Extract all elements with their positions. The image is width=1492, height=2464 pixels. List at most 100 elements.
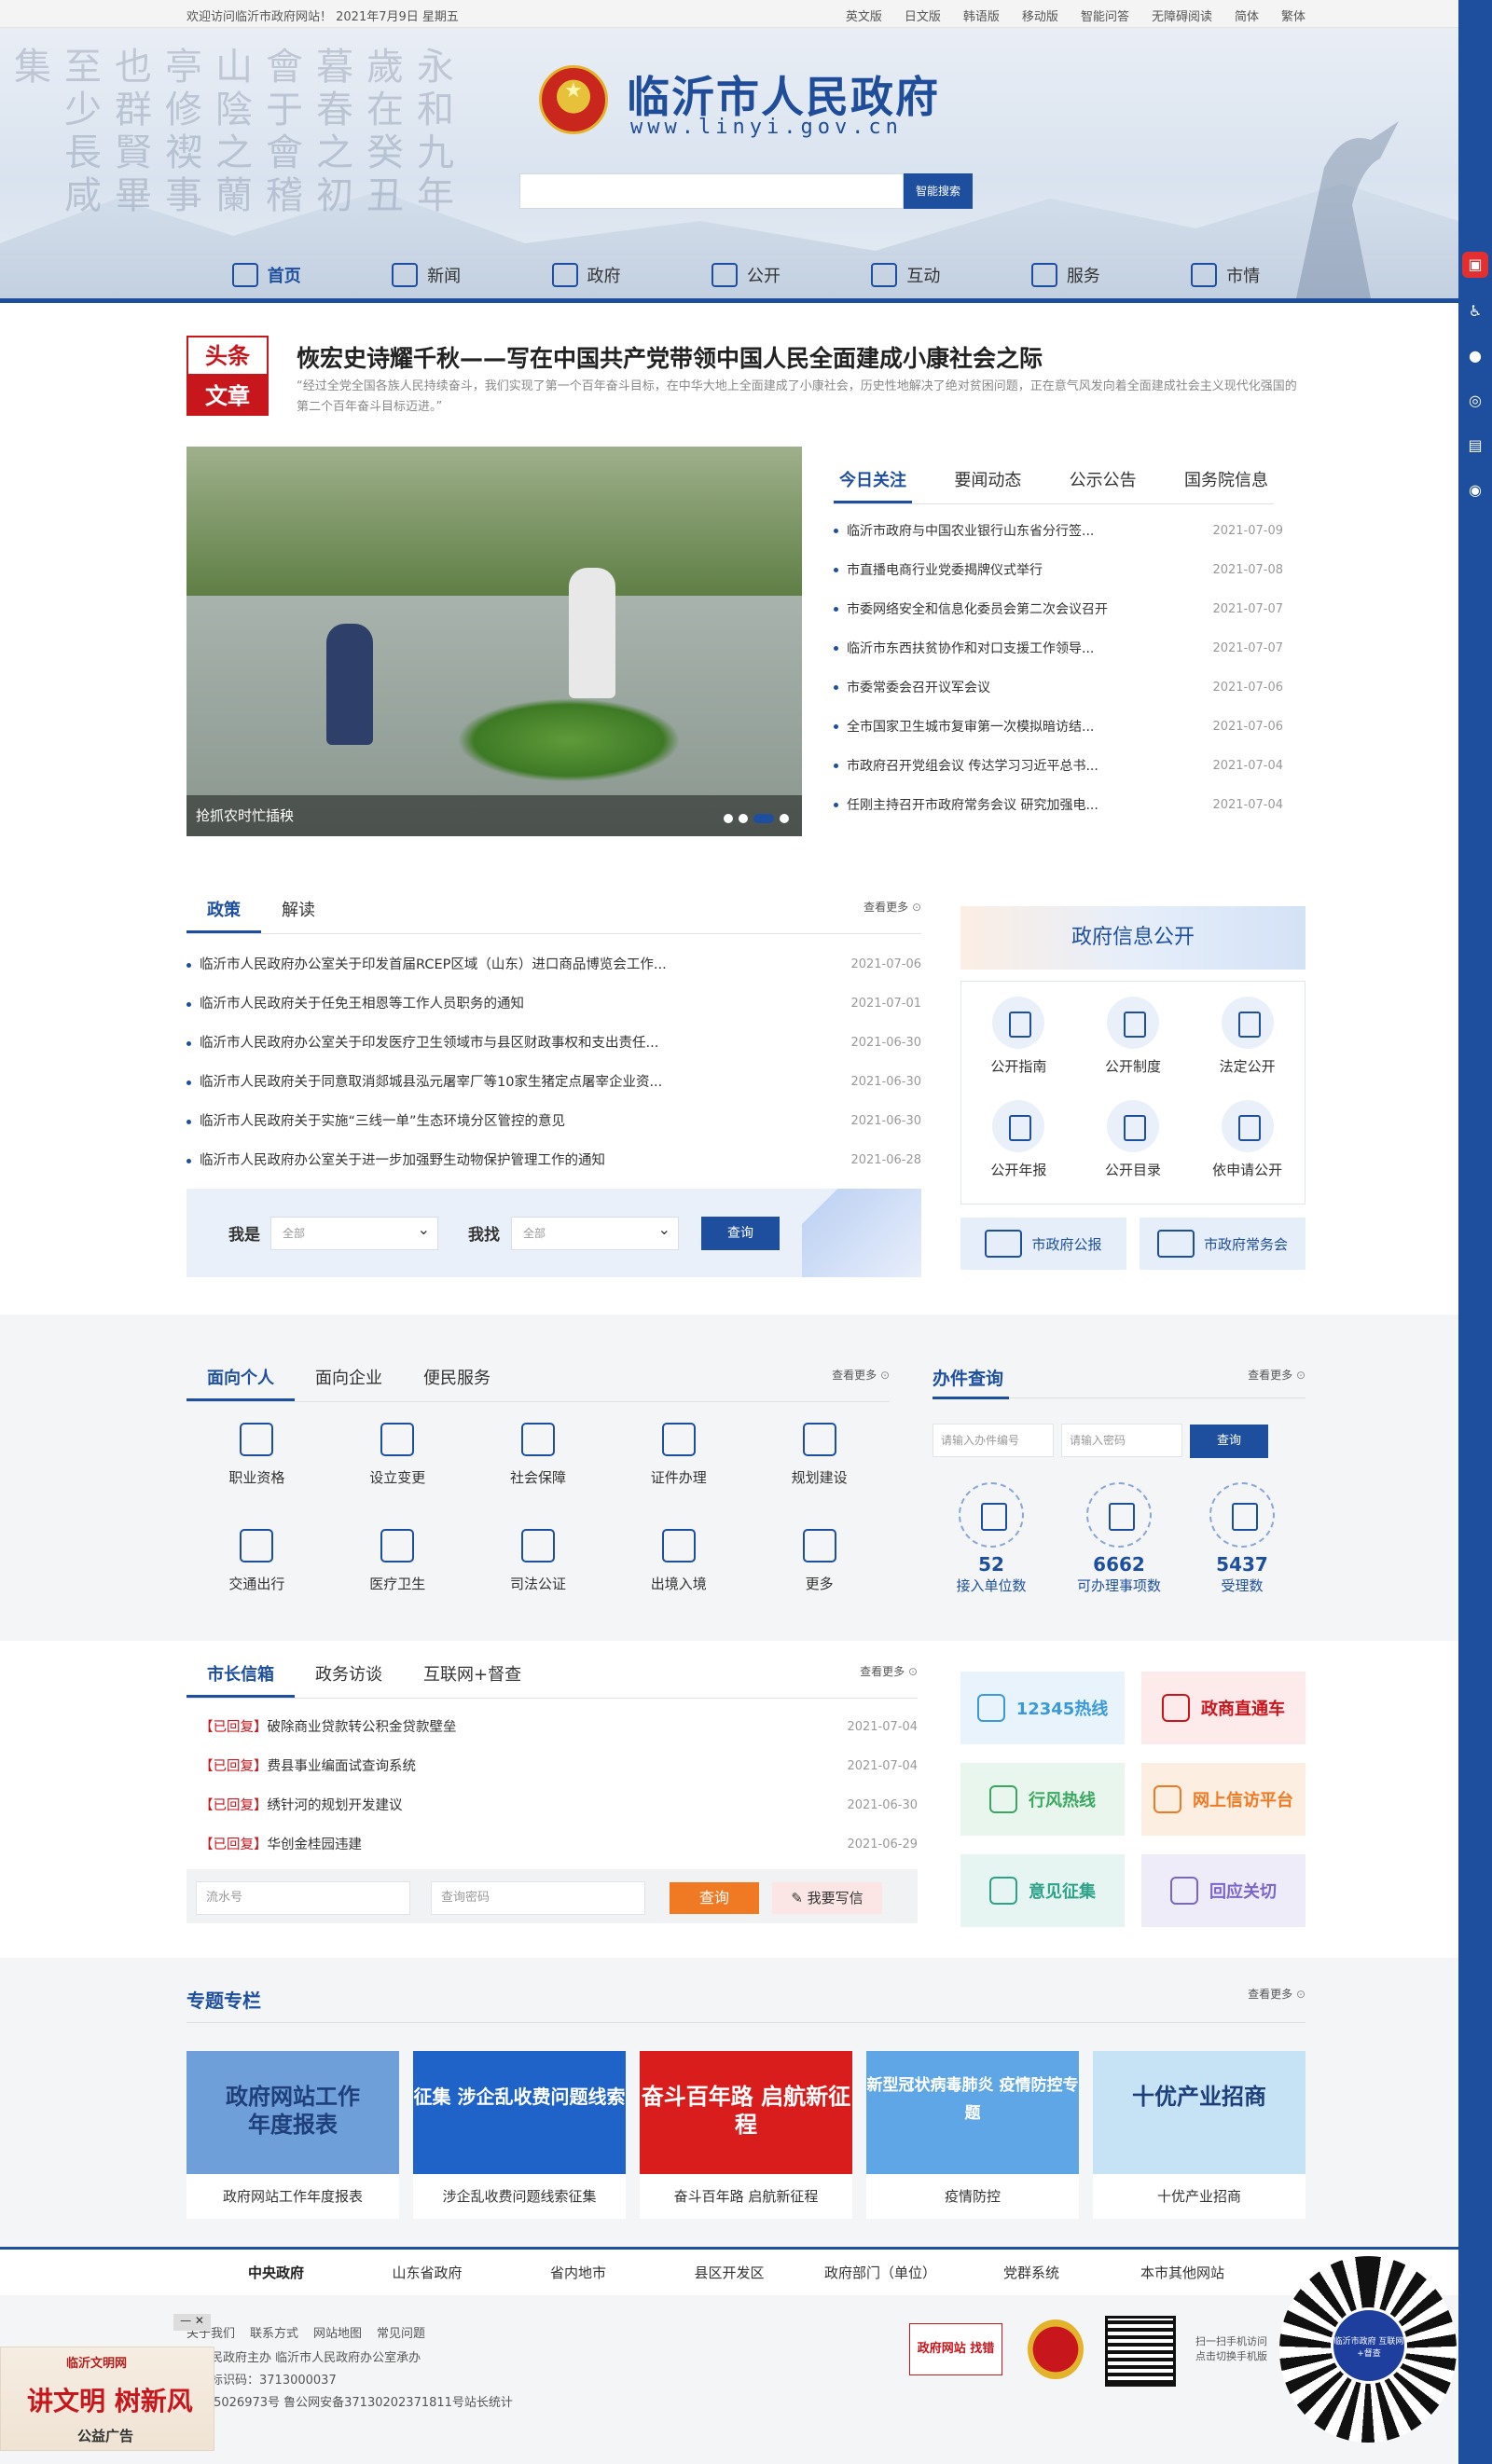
footer-link-other[interactable]: 本市其他网站 xyxy=(1107,2250,1258,2295)
footer-link-province[interactable]: 山东省政府 xyxy=(352,2250,503,2295)
calendar-icon[interactable]: ▣ xyxy=(1462,252,1488,278)
mayor-more-link[interactable]: 查看更多 xyxy=(860,1663,918,1679)
link-japanese[interactable]: 日文版 xyxy=(905,7,941,24)
tab-internet-supervision[interactable]: 互联网+督查 xyxy=(403,1648,542,1698)
nav-news[interactable]: 新闻 xyxy=(346,252,505,298)
affair-number-input[interactable]: 请输入办件编号 xyxy=(932,1424,1054,1457)
headline-title[interactable]: 恢宏史诗耀千秋——写在中国共产党带领中国人民全面建成小康社会之际 xyxy=(297,340,1043,374)
list-item[interactable]: 【已回复】费县事业编面试查询系统 2021-07-04 xyxy=(186,1747,918,1786)
tab-convenience[interactable]: 便民服务 xyxy=(403,1352,511,1401)
list-item[interactable]: 全市国家卫生城市复审第一次模拟暗访结... 2021-07-06 xyxy=(834,708,1283,747)
special-card[interactable]: 政府网站工作 年度报表 政府网站工作年度报表 xyxy=(186,2051,399,2219)
hotline-business-express[interactable]: 政商直通车 xyxy=(1141,1672,1306,1744)
special-more-link[interactable]: 查看更多 xyxy=(1248,1986,1306,2002)
service-planning[interactable]: 规划建设 xyxy=(749,1411,890,1518)
tab-state-council[interactable]: 国务院信息 xyxy=(1179,447,1274,503)
slider-dot[interactable] xyxy=(780,814,789,823)
service-more[interactable]: 更多 xyxy=(749,1518,890,1624)
list-item[interactable]: 任刚主持召开市政府常务会议 研究加强电... 2021-07-04 xyxy=(834,786,1283,825)
search-input[interactable] xyxy=(519,173,904,209)
party-badge-icon[interactable] xyxy=(1028,2319,1084,2379)
gov-info-banner[interactable]: 政府信息公开 xyxy=(960,906,1306,970)
app-icon[interactable]: ▤ xyxy=(1462,433,1488,459)
service-exit-entry[interactable]: 出境入境 xyxy=(608,1518,749,1624)
ad-close-controls[interactable]: — ✕ xyxy=(173,2314,211,2331)
tab-news-dynamics[interactable]: 要闻动态 xyxy=(948,447,1027,503)
service-qualification[interactable]: 职业资格 xyxy=(186,1411,327,1518)
hotline-response[interactable]: 回应关切 xyxy=(1141,1854,1306,1927)
list-item[interactable]: 市委常委会召开议军会议 2021-07-06 xyxy=(834,668,1283,708)
list-item[interactable]: 市委网络安全和信息化委员会第二次会议召开 2021-07-07 xyxy=(834,590,1283,629)
gazette-button[interactable]: 市政府公报 xyxy=(960,1218,1126,1270)
tab-announcements[interactable]: 公示公告 xyxy=(1064,447,1142,503)
hotline-12345[interactable]: 12345热线 xyxy=(960,1672,1125,1744)
tab-mayor-mailbox[interactable]: 市长信箱 xyxy=(186,1648,295,1698)
special-card[interactable]: 奋斗百年路 启航新征程 奋斗百年路 启航新征程 xyxy=(640,2051,852,2219)
policy-more-link[interactable]: 查看更多 xyxy=(863,899,921,915)
list-item[interactable]: 临沂市人民政府办公室关于进一步加强野生动物保护管理工作的通知 2021-06-28 xyxy=(186,1141,921,1180)
list-item[interactable]: 临沂市人民政府办公室关于印发医疗卫生领域市与县区财政事权和支出责任... 2021… xyxy=(186,1024,921,1063)
list-item[interactable]: 市直播电商行业党委揭牌仪式举行 2021-07-08 xyxy=(834,551,1283,590)
service-medical[interactable]: 医疗卫生 xyxy=(327,1518,468,1624)
link-accessible[interactable]: 无障碍阅读 xyxy=(1152,7,1212,24)
special-card[interactable]: 新型冠状病毒肺炎 疫情防控专题 疫情防控 xyxy=(866,2051,1079,2219)
hotline-opinion[interactable]: 意见征集 xyxy=(960,1854,1125,1927)
gov-info-request[interactable]: 依申请公开 xyxy=(1190,1093,1305,1196)
list-item[interactable]: 临沂市人民政府办公室关于印发首届RCEP区域（山东）进口商品博览会工作... 20… xyxy=(186,945,921,984)
services-more-link[interactable]: 查看更多 xyxy=(832,1367,890,1383)
service-social-security[interactable]: 社会保障 xyxy=(468,1411,609,1518)
tab-interview[interactable]: 政务访谈 xyxy=(295,1648,403,1698)
qr-code-text[interactable]: 扫一扫手机访问 点击切换手机版 xyxy=(1195,2334,1267,2364)
list-item[interactable]: 临沂市东西扶贫协作和对口支援工作领导... 2021-07-07 xyxy=(834,629,1283,668)
nav-service[interactable]: 服务 xyxy=(986,252,1145,298)
nav-public[interactable]: 公开 xyxy=(666,252,825,298)
list-item[interactable]: 【已回复】绣针河的规划开发建议 2021-06-30 xyxy=(186,1786,918,1825)
affairs-more-link[interactable]: 查看更多 xyxy=(1248,1367,1306,1383)
slider-dot-active[interactable] xyxy=(753,814,774,823)
footer-link-cities[interactable]: 省内地市 xyxy=(503,2250,654,2295)
affair-password-input[interactable]: 请输入密码 xyxy=(1061,1424,1182,1457)
slider-dot[interactable] xyxy=(724,814,733,823)
nav-city[interactable]: 市情 xyxy=(1146,252,1306,298)
list-item[interactable]: 临沂市人民政府关于同意取消郯城县泓元屠宰厂等10家生猪定点屠宰企业资... 202… xyxy=(186,1063,921,1102)
footer-link-counties[interactable]: 县区开发区 xyxy=(654,2250,805,2295)
service-transport[interactable]: 交通出行 xyxy=(186,1518,327,1624)
civilization-ad[interactable]: 临沂文明网 讲文明 树新风 公益广告 xyxy=(0,2347,214,2451)
service-notary[interactable]: 司法公证 xyxy=(468,1518,609,1624)
slider-caption[interactable]: 抢抓农时忙插秧 xyxy=(186,795,802,836)
link-korean[interactable]: 韩语版 xyxy=(963,7,1000,24)
hotline-petition[interactable]: 网上信访平台 xyxy=(1141,1763,1306,1836)
list-item[interactable]: 【已回复】破除商业贷款转公积金贷款壁垒 2021-07-04 xyxy=(186,1708,918,1747)
gov-info-guide[interactable]: 公开指南 xyxy=(961,989,1076,1093)
photo-slider[interactable]: 抢抓农时忙插秧 xyxy=(186,447,802,836)
executive-meeting-button[interactable]: 市政府常务会 xyxy=(1140,1218,1306,1270)
footer-icp[interactable]: P备05026973号 鲁公网安备37130202371811号站长统计 xyxy=(186,2392,513,2410)
service-documents[interactable]: 证件办理 xyxy=(608,1411,749,1518)
wechat-icon[interactable]: ◎ xyxy=(1462,388,1488,414)
special-card[interactable]: 十优产业招商 十优产业招商 xyxy=(1093,2051,1306,2219)
smart-search-button[interactable]: 智能搜索 xyxy=(904,173,973,209)
link-english[interactable]: 英文版 xyxy=(846,7,882,24)
nav-home[interactable]: 首页 xyxy=(186,252,346,298)
special-card[interactable]: 征集 涉企乱收费问题线索 涉企乱收费问题线索征集 xyxy=(413,2051,626,2219)
gov-info-system[interactable]: 公开制度 xyxy=(1076,989,1191,1093)
gov-info-annual-report[interactable]: 公开年报 xyxy=(961,1093,1076,1196)
tab-individual[interactable]: 面向个人 xyxy=(186,1352,295,1401)
nav-interaction[interactable]: 互动 xyxy=(826,252,986,298)
tab-interpretation[interactable]: 解读 xyxy=(261,884,336,933)
nav-government[interactable]: 政府 xyxy=(506,252,666,298)
footer-sitemap[interactable]: 网站地图 xyxy=(313,2323,362,2341)
list-item[interactable]: 临沂市政府与中国农业银行山东省分行签... 2021-07-09 xyxy=(834,512,1283,551)
list-item[interactable]: 市政府召开党组会议 传达学习习近平总书... 2021-07-04 xyxy=(834,747,1283,786)
link-traditional[interactable]: 繁体 xyxy=(1281,7,1306,24)
footer-link-party[interactable]: 党群系统 xyxy=(956,2250,1107,2295)
gov-info-statutory[interactable]: 法定公开 xyxy=(1190,989,1305,1093)
accessibility-icon[interactable]: ♿ xyxy=(1462,298,1488,324)
policy-query-button[interactable]: 查询 xyxy=(701,1217,780,1250)
write-letter-button[interactable]: ✎ 我要写信 xyxy=(772,1882,882,1914)
footer-contact[interactable]: 联系方式 xyxy=(250,2323,298,2341)
service-registration[interactable]: 设立变更 xyxy=(327,1411,468,1518)
query-password-input[interactable]: 查询密码 xyxy=(431,1881,645,1915)
slider-dot[interactable] xyxy=(739,814,748,823)
link-simplified[interactable]: 简体 xyxy=(1235,7,1259,24)
